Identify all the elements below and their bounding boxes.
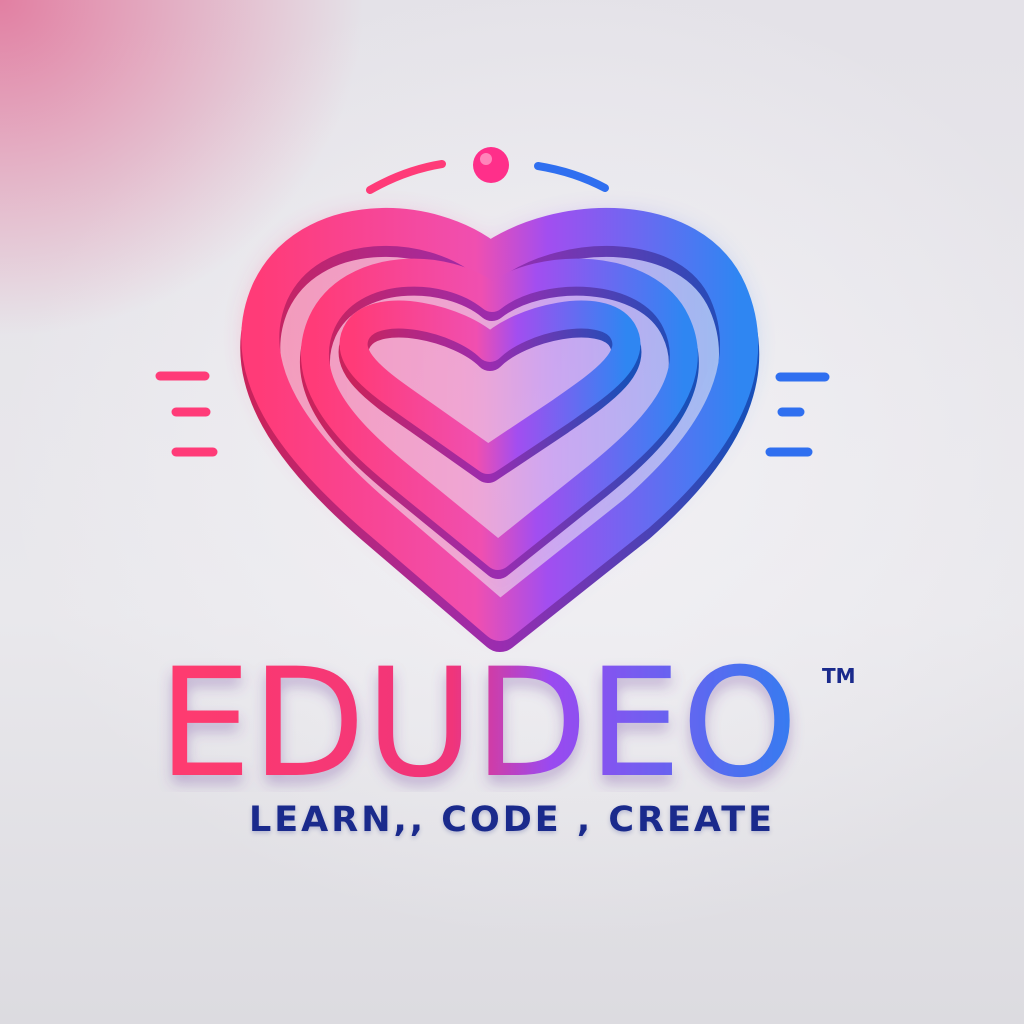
trademark-mark: TM — [822, 664, 856, 688]
brand-tagline: LEARN,, CODE , CREATE — [248, 800, 776, 840]
brand-name: EDUDEO — [158, 637, 798, 792]
top-right-arc — [534, 162, 609, 192]
top-dot-highlight — [480, 153, 492, 165]
logo-emblem — [155, 147, 830, 652]
left-motion-lines — [155, 371, 218, 457]
brand-wordmark: EDUDEO TM — [158, 637, 856, 792]
top-left-arc — [366, 160, 446, 194]
right-motion-lines — [765, 372, 830, 457]
top-dot — [473, 147, 509, 183]
